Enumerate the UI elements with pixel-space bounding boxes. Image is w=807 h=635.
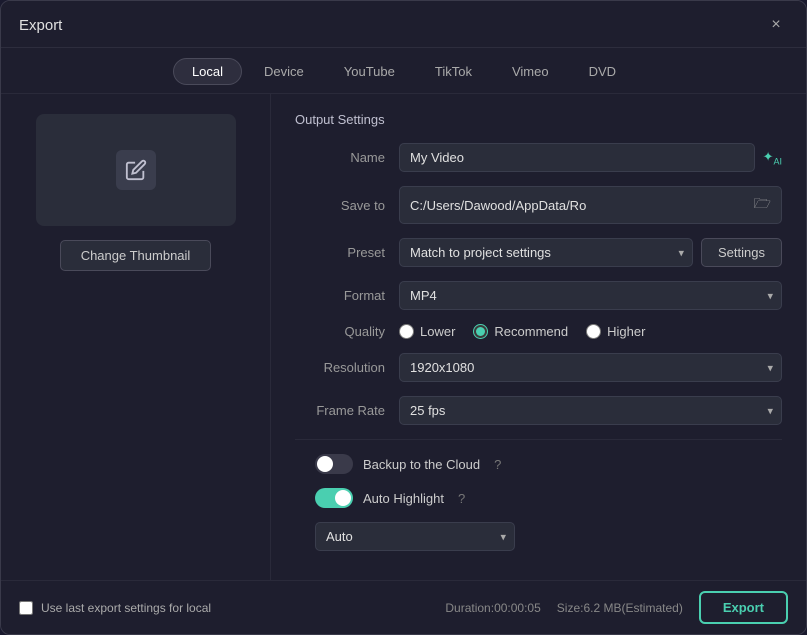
tab-dvd[interactable]: DVD <box>571 59 634 84</box>
name-control: ✦AI <box>399 143 782 172</box>
resolution-select-wrap: 1920x1080 ▾ <box>399 353 782 382</box>
preset-row: Preset Match to project settings ▾ Setti… <box>295 238 782 267</box>
preset-label: Preset <box>295 245 385 260</box>
last-settings-checkbox[interactable] <box>19 601 33 615</box>
quality-higher-option[interactable]: Higher <box>586 324 645 339</box>
quality-lower-label: Lower <box>420 324 455 339</box>
left-panel: Change Thumbnail <box>1 94 271 580</box>
tab-vimeo[interactable]: Vimeo <box>494 59 567 84</box>
name-input[interactable] <box>399 143 755 172</box>
quality-label: Quality <box>295 324 385 339</box>
auto-highlight-toggle-knob <box>335 490 351 506</box>
last-settings-label: Use last export settings for local <box>41 601 211 615</box>
name-label: Name <box>295 150 385 165</box>
auto-highlight-toggle-wrap: Auto Highlight ? <box>315 488 465 508</box>
backup-help-icon[interactable]: ? <box>494 457 501 472</box>
auto-select-outer: Auto ▾ <box>315 522 515 551</box>
thumbnail-preview <box>36 114 236 226</box>
format-label: Format <box>295 288 385 303</box>
quality-row: Quality Lower Recommend High <box>295 324 782 339</box>
footer-right: Duration:00:00:05 Size:6.2 MB(Estimated)… <box>445 591 788 624</box>
backup-toggle[interactable] <box>315 454 353 474</box>
tab-device[interactable]: Device <box>246 59 322 84</box>
quality-recommend-radio[interactable] <box>473 324 488 339</box>
divider <box>295 439 782 440</box>
auto-highlight-help-icon[interactable]: ? <box>458 491 465 506</box>
footer: Use last export settings for local Durat… <box>1 580 806 634</box>
size-info: Size:6.2 MB(Estimated) <box>557 601 683 615</box>
quality-lower-option[interactable]: Lower <box>399 324 455 339</box>
tabs-bar: Local Device YouTube TikTok Vimeo DVD <box>1 48 806 94</box>
footer-left: Use last export settings for local <box>19 601 211 615</box>
dialog-title: Export <box>19 17 62 34</box>
tab-local[interactable]: Local <box>173 58 242 85</box>
auto-highlight-label: Auto Highlight <box>363 491 444 506</box>
main-content: Change Thumbnail Output Settings Name ✦A… <box>1 94 806 580</box>
resolution-row: Resolution 1920x1080 ▾ <box>295 353 782 382</box>
auto-highlight-row: Auto Highlight ? <box>295 488 782 508</box>
format-row: Format MP4 ▾ <box>295 281 782 310</box>
export-dialog: Export × Local Device YouTube TikTok Vim… <box>0 0 807 635</box>
output-settings-title: Output Settings <box>295 112 782 127</box>
change-thumbnail-button[interactable]: Change Thumbnail <box>60 240 212 271</box>
save-to-control: C:/Users/Dawood/AppData/Ro 🗁 <box>399 186 782 224</box>
quality-higher-label: Higher <box>607 324 645 339</box>
path-text: C:/Users/Dawood/AppData/Ro <box>410 198 586 213</box>
folder-icon[interactable]: 🗁 <box>754 193 771 217</box>
backup-toggle-knob <box>317 456 333 472</box>
auto-select[interactable]: Auto <box>315 522 515 551</box>
quality-options: Lower Recommend Higher <box>399 324 645 339</box>
format-select[interactable]: MP4 <box>399 281 782 310</box>
title-bar: Export × <box>1 1 806 48</box>
quality-recommend-label: Recommend <box>494 324 568 339</box>
quality-higher-radio[interactable] <box>586 324 601 339</box>
close-button[interactable]: × <box>764 13 788 37</box>
quality-recommend-option[interactable]: Recommend <box>473 324 568 339</box>
export-button[interactable]: Export <box>699 591 788 624</box>
thumbnail-icon <box>116 150 156 190</box>
frame-rate-row: Frame Rate 25 fps ▾ <box>295 396 782 425</box>
frame-rate-control: 25 fps ▾ <box>399 396 782 425</box>
settings-button[interactable]: Settings <box>701 238 782 267</box>
backup-toggle-wrap: Backup to the Cloud ? <box>315 454 501 474</box>
format-select-wrap: MP4 ▾ <box>399 281 782 310</box>
frame-rate-label: Frame Rate <box>295 403 385 418</box>
auto-highlight-toggle[interactable] <box>315 488 353 508</box>
quality-control: Lower Recommend Higher <box>399 324 782 339</box>
name-row: Name ✦AI <box>295 143 782 172</box>
resolution-label: Resolution <box>295 360 385 375</box>
frame-rate-select-wrap: 25 fps ▾ <box>399 396 782 425</box>
quality-lower-radio[interactable] <box>399 324 414 339</box>
auto-select-wrap: Auto ▾ <box>295 522 782 551</box>
backup-row: Backup to the Cloud ? <box>295 454 782 474</box>
ai-icon[interactable]: ✦AI <box>763 149 782 167</box>
save-to-label: Save to <box>295 198 385 213</box>
frame-rate-select[interactable]: 25 fps <box>399 396 782 425</box>
tab-tiktok[interactable]: TikTok <box>417 59 490 84</box>
format-control: MP4 ▾ <box>399 281 782 310</box>
resolution-select[interactable]: 1920x1080 <box>399 353 782 382</box>
backup-label: Backup to the Cloud <box>363 457 480 472</box>
save-to-row: Save to C:/Users/Dawood/AppData/Ro 🗁 <box>295 186 782 224</box>
preset-select-wrap: Match to project settings ▾ <box>399 238 693 267</box>
duration-info: Duration:00:00:05 <box>445 601 540 615</box>
path-display[interactable]: C:/Users/Dawood/AppData/Ro 🗁 <box>399 186 782 224</box>
resolution-control: 1920x1080 ▾ <box>399 353 782 382</box>
preset-select[interactable]: Match to project settings <box>399 238 693 267</box>
preset-control: Match to project settings ▾ Settings <box>399 238 782 267</box>
right-panel: Output Settings Name ✦AI Save to C:/User… <box>271 94 806 580</box>
tab-youtube[interactable]: YouTube <box>326 59 413 84</box>
